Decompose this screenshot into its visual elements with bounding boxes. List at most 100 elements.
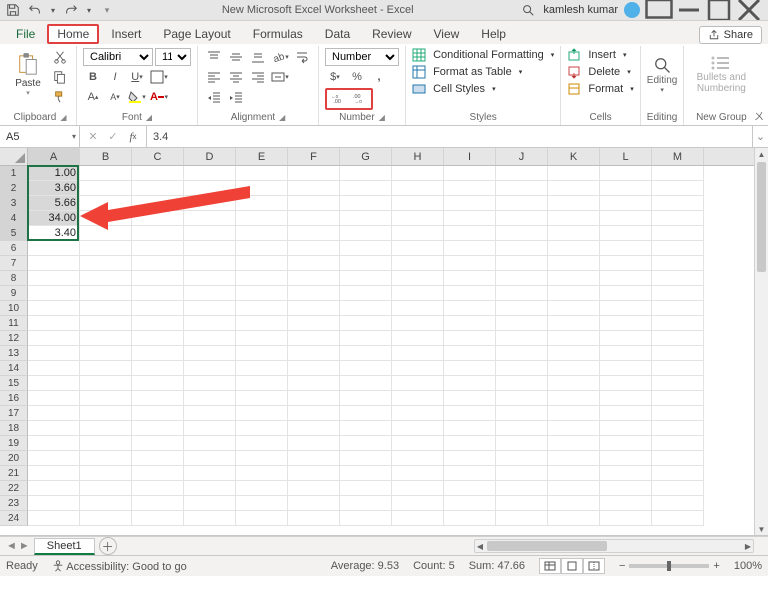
cell[interactable] bbox=[132, 511, 184, 526]
scroll-down-icon[interactable]: ▼ bbox=[755, 523, 768, 535]
cell[interactable] bbox=[548, 301, 600, 316]
cell[interactable] bbox=[236, 256, 288, 271]
tab-page-layout[interactable]: Page Layout bbox=[153, 24, 240, 44]
row-header[interactable]: 8 bbox=[0, 271, 28, 286]
cell[interactable] bbox=[236, 511, 288, 526]
cell[interactable] bbox=[340, 181, 392, 196]
account-avatar[interactable] bbox=[624, 2, 640, 18]
scroll-up-icon[interactable]: ▲ bbox=[755, 148, 768, 160]
cell[interactable] bbox=[444, 181, 496, 196]
cell[interactable] bbox=[28, 271, 80, 286]
cell[interactable] bbox=[548, 226, 600, 241]
cell[interactable] bbox=[28, 436, 80, 451]
cell[interactable] bbox=[548, 271, 600, 286]
cell[interactable] bbox=[236, 211, 288, 226]
cell[interactable]: 34.00 bbox=[28, 211, 80, 226]
cell[interactable] bbox=[652, 376, 704, 391]
cell[interactable] bbox=[340, 316, 392, 331]
cell[interactable] bbox=[496, 466, 548, 481]
cell[interactable] bbox=[496, 181, 548, 196]
cell[interactable] bbox=[80, 181, 132, 196]
cell[interactable] bbox=[80, 301, 132, 316]
cell-styles-button[interactable]: Cell Styles ▾ bbox=[412, 82, 496, 96]
cell[interactable] bbox=[496, 271, 548, 286]
cell[interactable] bbox=[184, 286, 236, 301]
cell[interactable] bbox=[652, 241, 704, 256]
italic-button[interactable]: I bbox=[105, 68, 125, 86]
tab-home[interactable]: Home bbox=[47, 24, 99, 44]
cell[interactable] bbox=[184, 271, 236, 286]
cell[interactable] bbox=[184, 181, 236, 196]
cell[interactable] bbox=[444, 346, 496, 361]
decrease-indent-button[interactable] bbox=[204, 88, 224, 106]
cell[interactable] bbox=[444, 496, 496, 511]
delete-cells-button[interactable]: Delete ▾ bbox=[567, 65, 630, 79]
cell[interactable] bbox=[600, 301, 652, 316]
dialog-launcher-icon[interactable]: ◢ bbox=[279, 113, 285, 122]
cell[interactable] bbox=[548, 196, 600, 211]
cell[interactable] bbox=[184, 391, 236, 406]
cell[interactable] bbox=[236, 166, 288, 181]
cell[interactable] bbox=[132, 466, 184, 481]
cell[interactable] bbox=[288, 361, 340, 376]
cell[interactable] bbox=[652, 436, 704, 451]
cell[interactable] bbox=[548, 451, 600, 466]
cell[interactable] bbox=[652, 301, 704, 316]
cell[interactable] bbox=[184, 316, 236, 331]
sheet-tab-active[interactable]: Sheet1 bbox=[34, 538, 95, 555]
cell[interactable] bbox=[28, 421, 80, 436]
cell[interactable] bbox=[444, 376, 496, 391]
cell[interactable] bbox=[132, 301, 184, 316]
cell[interactable] bbox=[236, 196, 288, 211]
currency-button[interactable]: $▾ bbox=[325, 68, 345, 86]
maximize-icon[interactable] bbox=[704, 0, 734, 20]
cell[interactable] bbox=[288, 406, 340, 421]
cell[interactable] bbox=[496, 436, 548, 451]
cell[interactable] bbox=[652, 481, 704, 496]
cell[interactable] bbox=[236, 301, 288, 316]
cell[interactable] bbox=[340, 346, 392, 361]
cell[interactable] bbox=[600, 511, 652, 526]
cell[interactable] bbox=[80, 406, 132, 421]
row-header[interactable]: 3 bbox=[0, 196, 28, 211]
cell[interactable] bbox=[652, 451, 704, 466]
cell[interactable] bbox=[184, 241, 236, 256]
row-header[interactable]: 16 bbox=[0, 391, 28, 406]
cell[interactable] bbox=[392, 481, 444, 496]
cell[interactable] bbox=[548, 361, 600, 376]
redo-icon[interactable] bbox=[62, 1, 80, 19]
increase-font-button[interactable]: A▴ bbox=[83, 88, 103, 106]
qat-customize-icon[interactable]: ▾ bbox=[98, 1, 116, 19]
decrease-decimal-button[interactable]: .00→0 bbox=[350, 90, 370, 108]
cell[interactable] bbox=[132, 421, 184, 436]
cell[interactable] bbox=[600, 451, 652, 466]
cell[interactable] bbox=[548, 406, 600, 421]
scroll-left-icon[interactable]: ◀ bbox=[475, 540, 485, 552]
row-header[interactable]: 19 bbox=[0, 436, 28, 451]
accessibility-status[interactable]: Accessibility: Good to go bbox=[52, 560, 187, 573]
cell[interactable] bbox=[496, 211, 548, 226]
cell[interactable] bbox=[600, 406, 652, 421]
sheet-nav-next-icon[interactable]: ► bbox=[19, 540, 30, 552]
row-header[interactable]: 7 bbox=[0, 256, 28, 271]
column-header[interactable]: A bbox=[28, 148, 80, 165]
cell[interactable] bbox=[392, 511, 444, 526]
cell[interactable] bbox=[652, 331, 704, 346]
cell[interactable] bbox=[548, 211, 600, 226]
cell[interactable] bbox=[288, 496, 340, 511]
column-header[interactable]: K bbox=[548, 148, 600, 165]
cell[interactable] bbox=[340, 481, 392, 496]
cell[interactable] bbox=[80, 511, 132, 526]
cell[interactable] bbox=[548, 316, 600, 331]
cell[interactable] bbox=[392, 451, 444, 466]
cell[interactable] bbox=[236, 346, 288, 361]
column-header[interactable]: E bbox=[236, 148, 288, 165]
cell[interactable] bbox=[184, 361, 236, 376]
cell[interactable] bbox=[132, 196, 184, 211]
cell[interactable] bbox=[652, 511, 704, 526]
insert-cells-button[interactable]: Insert ▾ bbox=[567, 48, 626, 62]
cell[interactable] bbox=[288, 286, 340, 301]
cell[interactable] bbox=[132, 376, 184, 391]
cell[interactable] bbox=[392, 316, 444, 331]
cell[interactable] bbox=[340, 466, 392, 481]
